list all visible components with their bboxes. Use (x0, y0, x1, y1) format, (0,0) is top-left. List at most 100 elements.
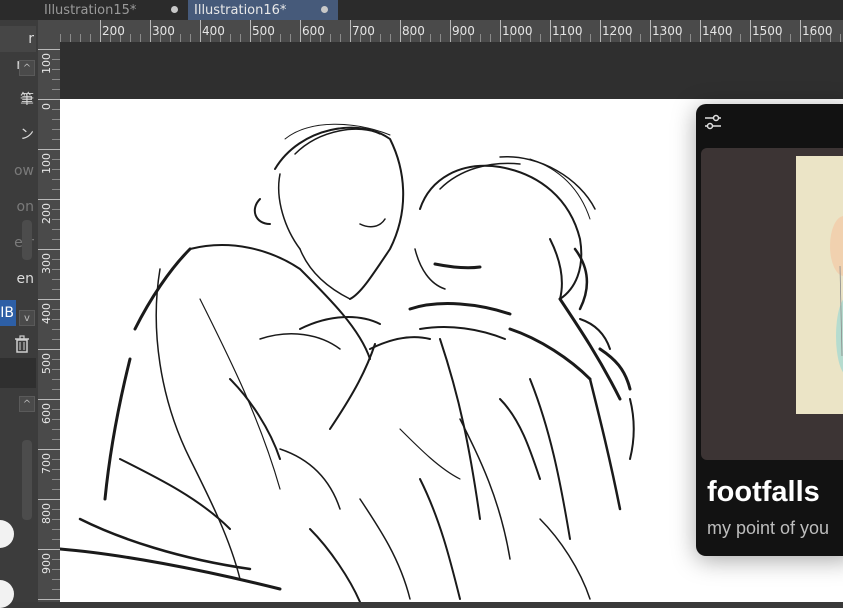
tab-close-dot-icon[interactable] (171, 6, 178, 13)
brush-size-preview[interactable] (0, 520, 14, 548)
music-player-card[interactable]: footfalls my point of you (696, 104, 843, 556)
album-artwork[interactable] (701, 148, 843, 460)
ruler-tick (52, 89, 60, 90)
ruler-label: 200 (102, 24, 125, 38)
panel-item-1[interactable]: r (0, 26, 36, 52)
sliders-icon[interactable] (703, 112, 723, 132)
ruler-label: 400 (202, 24, 225, 38)
ruler-label: 100 (40, 153, 53, 174)
ruler-tick (52, 469, 60, 470)
vertical-ruler: 100 0 100 200 300 400 500 600 700 800 900 (38, 42, 61, 602)
track-subtitle: my point of you (707, 518, 830, 538)
ruler-tick (52, 119, 60, 120)
panel-item-8[interactable]: en (0, 266, 36, 292)
ruler-tick (52, 359, 60, 360)
scroll-up-button-2[interactable]: ^ (19, 396, 35, 412)
ruler-tick (80, 34, 81, 42)
ruler-tick (52, 569, 60, 570)
panel-item-6[interactable]: on (0, 194, 36, 220)
ruler-tick (600, 20, 601, 42)
ruler-tick (38, 349, 60, 350)
ruler-tick (740, 34, 741, 42)
ruler-tick (300, 20, 301, 42)
ruler-tick (340, 34, 341, 42)
ruler-tick (240, 34, 241, 42)
ruler-tick (52, 279, 60, 280)
ruler-tick (52, 479, 60, 480)
ruler-tick (200, 20, 201, 42)
panel-item-3[interactable]: 筆 (0, 86, 36, 112)
panel-item-label: en (16, 271, 35, 287)
ruler-tick (400, 20, 401, 42)
ruler-tick (38, 249, 60, 250)
ruler-label: 700 (40, 453, 53, 474)
ruler-label: 800 (402, 24, 425, 38)
ruler-tick (52, 589, 60, 590)
ruler-label: 700 (352, 24, 375, 38)
ruler-label: 1500 (752, 24, 783, 38)
ruler-label: 1100 (552, 24, 583, 38)
panel-item-label: ow (13, 163, 34, 179)
panel-item-5[interactable]: ow (0, 158, 36, 184)
ruler-tick (52, 459, 60, 460)
ruler-label: 200 (40, 203, 53, 224)
ruler-tick (180, 34, 181, 42)
ruler-tick (38, 149, 60, 150)
ruler-tick (38, 199, 60, 200)
ruler-tick (52, 389, 60, 390)
ruler-tick (52, 379, 60, 380)
ruler-tick (52, 439, 60, 440)
ruler-tick (52, 79, 60, 80)
scroll-down-button[interactable]: v (19, 310, 35, 326)
ruler-tick (52, 559, 60, 560)
ruler-tick (750, 20, 751, 42)
panel-item-9-selected[interactable]: IB (0, 300, 16, 326)
trash-icon[interactable] (12, 334, 32, 354)
ruler-tick (450, 20, 451, 42)
ruler-tick (52, 229, 60, 230)
tab-label: Illustration16* (194, 2, 287, 18)
tab-illustration15[interactable]: Illustration15* (38, 0, 188, 20)
tab-close-dot-icon[interactable] (321, 6, 328, 13)
scrollbar-thumb[interactable] (22, 220, 32, 260)
ruler-tick (390, 34, 391, 42)
tab-label: Illustration15* (44, 2, 137, 18)
ruler-label: 900 (40, 553, 53, 574)
ruler-label: 800 (40, 503, 53, 524)
ruler-tick (52, 129, 60, 130)
ruler-tick (52, 579, 60, 580)
panel-item-label: IB (0, 305, 14, 321)
ruler-label: 300 (40, 253, 53, 274)
ruler-tick (290, 34, 291, 42)
ruler-tick (840, 34, 841, 42)
ruler-label: 600 (302, 24, 325, 38)
ruler-label: 400 (40, 303, 53, 324)
ruler-tick (550, 20, 551, 42)
scrollbar-thumb-2[interactable] (22, 440, 32, 520)
ruler-tick (52, 219, 60, 220)
track-title: footfalls (707, 476, 820, 508)
panel-separator (0, 358, 36, 388)
ruler-tick (52, 409, 60, 410)
ruler-label: 300 (152, 24, 175, 38)
ruler-tick (500, 20, 501, 42)
ruler-tick (38, 449, 60, 450)
panel-item-4[interactable]: ン (0, 121, 36, 147)
ruler-tick (52, 339, 60, 340)
panel-item-label: ン (20, 127, 34, 143)
ruler-tick (650, 20, 651, 42)
ruler-tick (52, 179, 60, 180)
ruler-tick (38, 599, 60, 600)
ruler-tick (490, 34, 491, 42)
ruler-tick (640, 34, 641, 42)
brush-size-preview[interactable] (0, 580, 14, 608)
ruler-tick (52, 489, 60, 490)
ruler-tick (350, 20, 351, 42)
ruler-tick (38, 399, 60, 400)
chevron-down-icon: v (24, 312, 30, 324)
ruler-tick (52, 109, 60, 110)
ruler-tick (38, 549, 60, 550)
tab-illustration16[interactable]: Illustration16* (188, 0, 338, 20)
scroll-up-button[interactable]: ^ (19, 60, 35, 76)
ruler-tick (52, 139, 60, 140)
